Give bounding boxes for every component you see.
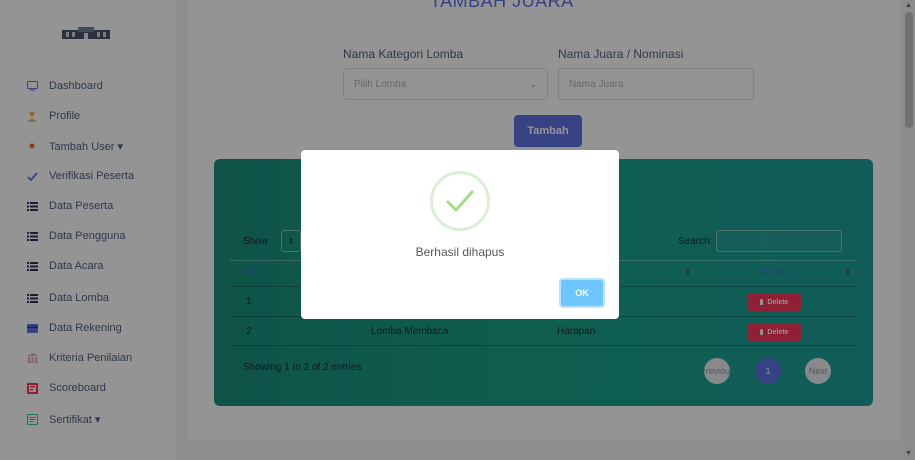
- success-dialog: Berhasil dihapus OK: [301, 150, 619, 319]
- dialog-message: Berhasil dihapus: [415, 245, 505, 259]
- ok-button[interactable]: OK: [559, 278, 605, 308]
- success-check-icon: [430, 171, 490, 231]
